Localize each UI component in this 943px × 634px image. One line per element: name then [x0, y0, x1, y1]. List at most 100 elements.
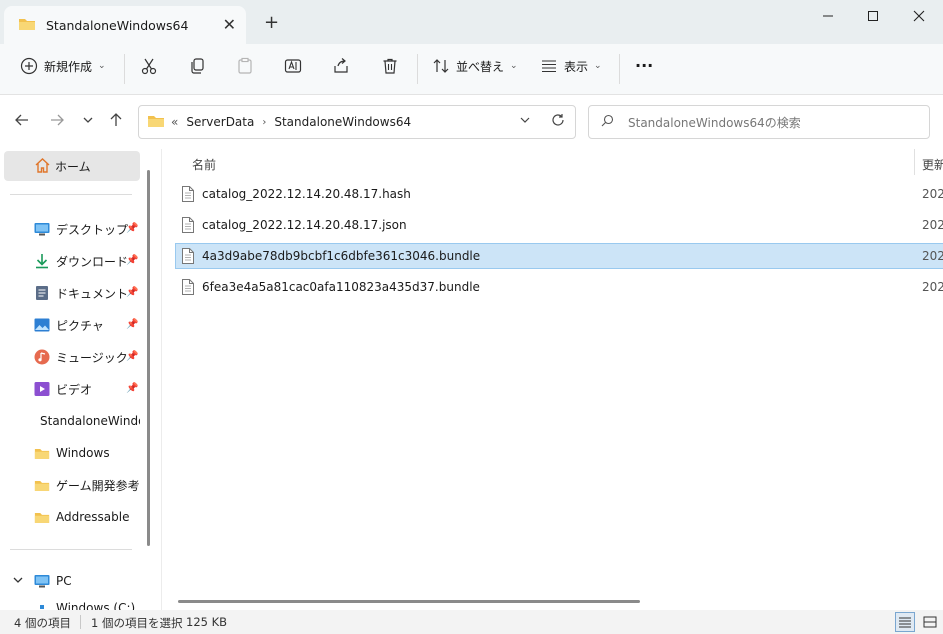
- music-icon: [34, 349, 50, 365]
- sidebar-item-folder[interactable]: ゲーム開発参考: [34, 474, 140, 496]
- new-button[interactable]: 新規作成 ⌄: [20, 57, 106, 75]
- status-bar: 4 個の項目 1 個の項目を選択 125 KB: [0, 610, 943, 634]
- sidebar-item-downloads[interactable]: ダウンロード: [34, 250, 140, 272]
- tiles-view-icon[interactable]: [920, 612, 940, 632]
- sidebar-item-home[interactable]: ホーム: [4, 151, 140, 181]
- chevron-down-icon: ⌄: [510, 61, 518, 71]
- sidebar-item-pictures[interactable]: ピクチャ: [34, 314, 140, 336]
- minimize-icon[interactable]: [818, 6, 838, 26]
- file-icon: [182, 279, 194, 295]
- sidebar-item-videos[interactable]: ビデオ: [34, 378, 140, 400]
- folder-icon: [34, 448, 50, 459]
- sidebar-item-label: ホーム: [55, 159, 91, 174]
- title-bar: StandaloneWindows64 ✕ +: [0, 0, 943, 44]
- desktop-icon: [34, 223, 50, 236]
- file-name: 4a3d9abe78db9bcbf1c6dbfe361c3046.bundle: [202, 249, 481, 263]
- toolbar-divider: [417, 54, 418, 84]
- breadcrumb-standalonewindows64[interactable]: StandaloneWindows64: [274, 115, 411, 129]
- breadcrumb-overflow[interactable]: «: [171, 115, 178, 129]
- view-button[interactable]: 表示 ⌄: [540, 57, 602, 75]
- recent-chevron-icon[interactable]: [81, 112, 95, 132]
- sort-button-label: 並べ替え: [456, 59, 505, 74]
- forward-arrow-icon[interactable]: [49, 112, 65, 132]
- selection-count: 1 個の項目を選択: [91, 616, 183, 630]
- rename-button[interactable]: [284, 57, 302, 75]
- folder-icon: [147, 114, 165, 131]
- sidebar-item-music[interactable]: ミュージック: [34, 346, 140, 368]
- maximize-icon[interactable]: [863, 6, 883, 26]
- back-arrow-icon[interactable]: [14, 112, 30, 132]
- sort-icon: [433, 59, 449, 73]
- sidebar-item-desktop[interactable]: デスクトップ: [34, 218, 140, 240]
- pin-icon[interactable]: 📌: [126, 255, 138, 266]
- tab-title: StandaloneWindows64: [46, 17, 189, 33]
- paste-button[interactable]: [236, 57, 254, 75]
- column-header-name[interactable]: 名前: [192, 156, 216, 173]
- file-row[interactable]: catalog_2022.12.14.20.48.17.json 2022/12…: [175, 212, 943, 238]
- address-dropdown-icon[interactable]: [519, 114, 531, 129]
- sidebar-item-label: ビデオ: [56, 382, 93, 397]
- pin-icon[interactable]: 📌: [126, 383, 138, 394]
- view-list-icon: [542, 60, 556, 73]
- selection-size: 125 KB: [186, 615, 228, 629]
- file-row-selected[interactable]: 4a3d9abe78db9bcbf1c6dbfe361c3046.bundle …: [175, 243, 943, 269]
- sidebar-divider: [10, 194, 132, 195]
- toolbar-divider: [619, 54, 620, 84]
- file-icon: [182, 217, 194, 233]
- breadcrumb-separator-icon: ›: [262, 116, 267, 128]
- search-box[interactable]: StandaloneWindows64の検索: [588, 105, 930, 139]
- sidebar-item-folder[interactable]: Windows: [34, 442, 140, 464]
- picture-icon: [34, 318, 50, 332]
- sidebar-item-folder[interactable]: Addressable: [34, 506, 140, 528]
- file-row[interactable]: catalog_2022.12.14.20.48.17.hash 2022/12…: [175, 181, 943, 207]
- horizontal-scrollbar[interactable]: [178, 600, 640, 603]
- sidebar-item-label: ゲーム開発参考: [56, 478, 140, 493]
- file-name: 6fea3e4a5a81cac0afa110823a435d37.bundle: [202, 280, 480, 294]
- tab-close-icon[interactable]: ✕: [223, 15, 236, 34]
- sidebar-item-label: Windows (C:): [56, 601, 136, 610]
- sidebar-item-folder[interactable]: StandaloneWindows64: [34, 410, 140, 432]
- search-input[interactable]: StandaloneWindows64の検索: [628, 114, 801, 131]
- sidebar-item-pc[interactable]: PC: [34, 570, 140, 592]
- paste-icon: [238, 57, 252, 74]
- share-button[interactable]: [332, 57, 350, 75]
- pin-icon[interactable]: 📌: [126, 351, 138, 362]
- pin-icon[interactable]: 📌: [126, 319, 138, 330]
- sidebar-scrollbar[interactable]: [147, 170, 150, 546]
- file-row[interactable]: 6fea3e4a5a81cac0afa110823a435d37.bundle …: [175, 274, 943, 300]
- sidebar-item-label: Windows: [56, 446, 110, 460]
- column-divider[interactable]: [914, 149, 915, 175]
- sidebar-item-label: ドキュメント: [56, 286, 129, 301]
- pin-icon[interactable]: 📌: [126, 223, 138, 234]
- plus-circle-icon: [20, 57, 38, 75]
- sidebar-item-label: デスクトップ: [56, 222, 129, 237]
- chevron-down-icon[interactable]: [12, 574, 24, 589]
- folder-icon: [34, 480, 50, 491]
- column-header-date[interactable]: 更新日時: [922, 156, 943, 173]
- details-view-icon[interactable]: [895, 612, 915, 632]
- address-bar[interactable]: « ServerData › StandaloneWindows64: [138, 105, 576, 139]
- toolbar-divider: [124, 54, 125, 84]
- drive-icon: [40, 605, 44, 609]
- close-window-icon[interactable]: [909, 6, 929, 26]
- new-tab-button[interactable]: +: [264, 12, 279, 33]
- status-divider: [80, 615, 81, 629]
- tab-standalonewindows64[interactable]: StandaloneWindows64 ✕: [4, 6, 246, 44]
- sidebar-item-documents[interactable]: ドキュメント: [34, 282, 140, 304]
- refresh-icon[interactable]: [551, 113, 565, 130]
- more-options-button[interactable]: ···: [635, 56, 653, 75]
- cut-button[interactable]: [140, 57, 158, 75]
- pin-icon[interactable]: 📌: [126, 287, 138, 298]
- up-arrow-icon[interactable]: [108, 112, 124, 132]
- file-date: 2022/12/14 20:48: [922, 218, 943, 232]
- search-icon: [601, 114, 614, 130]
- file-list: 名前 更新日時 catalog_2022.12.14.20.48.17.hash…: [161, 149, 943, 610]
- copy-button[interactable]: [188, 57, 206, 75]
- sort-button[interactable]: 並べ替え ⌄: [432, 57, 518, 75]
- file-name: catalog_2022.12.14.20.48.17.json: [202, 218, 407, 232]
- rename-icon: [284, 59, 302, 73]
- sidebar-item-drive-c[interactable]: Windows (C:): [34, 601, 140, 610]
- delete-button[interactable]: [381, 57, 399, 75]
- sidebar-item-label: ダウンロード: [56, 254, 129, 269]
- breadcrumb-serverdata[interactable]: ServerData: [186, 115, 254, 129]
